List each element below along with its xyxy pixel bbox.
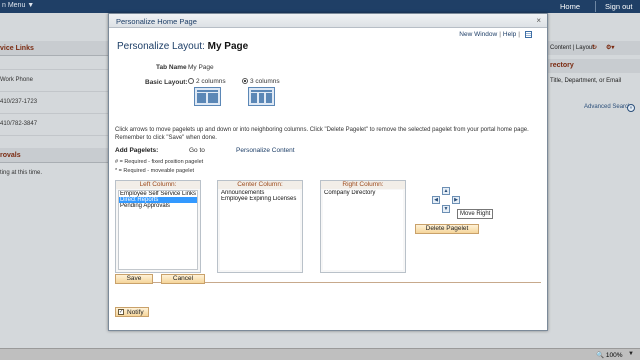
- portal-topbar: n Menu ▼ Home Sign out: [0, 0, 640, 13]
- right-column-panel: Right Column: Company Directory: [320, 180, 406, 273]
- move-up-icon[interactable]: ▲: [442, 187, 450, 195]
- move-right-tooltip: Move Right: [457, 209, 494, 219]
- dialog-title: Personalize Home Page: [116, 17, 197, 26]
- dialog-titlebar: Personalize Home Page ×: [109, 14, 547, 28]
- center-column-heading: Center Column:: [218, 181, 302, 189]
- cancel-button[interactable]: Cancel: [161, 274, 205, 284]
- notify-label: Notify: [127, 309, 144, 316]
- list-item[interactable]: Company Directory: [323, 190, 403, 196]
- save-button[interactable]: Save: [115, 274, 153, 284]
- page-title-prefix: Personalize Layout:: [117, 41, 205, 52]
- browser-statusbar: 🔍 100% ▼: [0, 348, 640, 360]
- work-phone-label: Work Phone: [0, 70, 108, 92]
- move-left-icon[interactable]: ◀: [432, 196, 440, 204]
- approvals-text: ting at this time.: [0, 170, 43, 176]
- left-column-heading: Left Column:: [116, 181, 200, 189]
- legend-fixed: # = Required - fixed position pagelet: [115, 159, 204, 165]
- dialog-toplinks: New Window | Help |: [459, 31, 532, 38]
- personalize-content-link[interactable]: Personalize Content: [236, 147, 295, 154]
- tab-name-value: My Page: [188, 64, 214, 71]
- directory-pagelet-header: rectory ↻ ⚙▾: [548, 45, 640, 73]
- approvals-pagelet-header: rovals: [0, 148, 108, 163]
- phone-row: 410/782-3847: [0, 114, 108, 136]
- customize-page-icon[interactable]: [525, 31, 532, 38]
- three-columns-layout-icon[interactable]: [248, 87, 275, 106]
- phone-row: 410/237-1723: [0, 92, 108, 114]
- notify-button[interactable]: ✓ Notify: [115, 307, 149, 317]
- zoom-value: 100%: [605, 352, 623, 359]
- tab-name-label: Tab Name: [156, 64, 187, 71]
- basic-layout-label: Basic Layout:: [145, 79, 188, 86]
- move-down-icon[interactable]: ▼: [442, 205, 450, 213]
- left-column-list[interactable]: Employee Self Service Links Direct Repor…: [118, 190, 198, 270]
- topbar-divider: [595, 1, 596, 12]
- notify-checkbox-icon: ✓: [118, 309, 124, 315]
- background-left-pagelets: vice Links Work Phone 410/237-1723 410/7…: [0, 41, 108, 185]
- move-right-icon[interactable]: ▶: [452, 196, 460, 204]
- links-pagelet-header: vice Links: [0, 41, 108, 56]
- two-columns-radio[interactable]: [188, 78, 194, 84]
- refresh-icon[interactable]: ↻: [592, 44, 597, 51]
- background-right-pagelets: Content | Layout rectory ↻ ⚙▾ Title, Dep…: [548, 41, 640, 112]
- search-go-icon[interactable]: »: [627, 104, 635, 112]
- zoom-level[interactable]: 🔍 100%: [596, 351, 623, 359]
- list-item[interactable]: Employee Expiring Licenses: [220, 196, 300, 202]
- home-link[interactable]: Home: [560, 2, 580, 11]
- delete-pagelet-button[interactable]: Delete Pagelet: [415, 224, 479, 234]
- page-title: Personalize Layout: My Page: [117, 41, 248, 52]
- main-menu[interactable]: n Menu ▼: [2, 2, 34, 9]
- close-icon[interactable]: ×: [536, 16, 541, 25]
- right-column-list[interactable]: Company Directory: [323, 190, 403, 270]
- directory-heading: rectory: [550, 62, 574, 69]
- new-window-link[interactable]: New Window: [459, 31, 497, 38]
- center-column-list[interactable]: Announcements Employee Expiring Licenses: [220, 190, 300, 270]
- legend-moveable: * = Required - moveable pagelet: [115, 168, 195, 174]
- add-pagelets-label: Add Pagelets:: [115, 147, 159, 154]
- page-title-name: My Page: [207, 41, 249, 52]
- zoom-dropdown-icon[interactable]: ▼: [628, 351, 634, 357]
- three-columns-radio[interactable]: [242, 78, 248, 84]
- right-column-heading: Right Column:: [321, 181, 405, 189]
- two-columns-layout-icon[interactable]: [194, 87, 221, 106]
- instructions-text: Click arrows to move pagelets up and dow…: [115, 127, 529, 141]
- go-to-label: Go to: [189, 147, 205, 154]
- three-columns-label: 3 columns: [250, 78, 280, 85]
- gear-icon[interactable]: ⚙▾: [606, 44, 614, 51]
- two-columns-label: 2 columns: [196, 78, 226, 85]
- list-item[interactable]: Pending Approvals: [119, 203, 197, 209]
- left-column-panel: Left Column: Employee Self Service Links…: [115, 180, 201, 273]
- directory-description: Title, Department, or Email: [550, 78, 622, 84]
- center-column-panel: Center Column: Announcements Employee Ex…: [217, 180, 303, 273]
- sign-out-link[interactable]: Sign out: [605, 2, 633, 11]
- personalize-dialog: Personalize Home Page × New Window | Help |…: [108, 13, 548, 331]
- help-link[interactable]: Help: [503, 31, 516, 38]
